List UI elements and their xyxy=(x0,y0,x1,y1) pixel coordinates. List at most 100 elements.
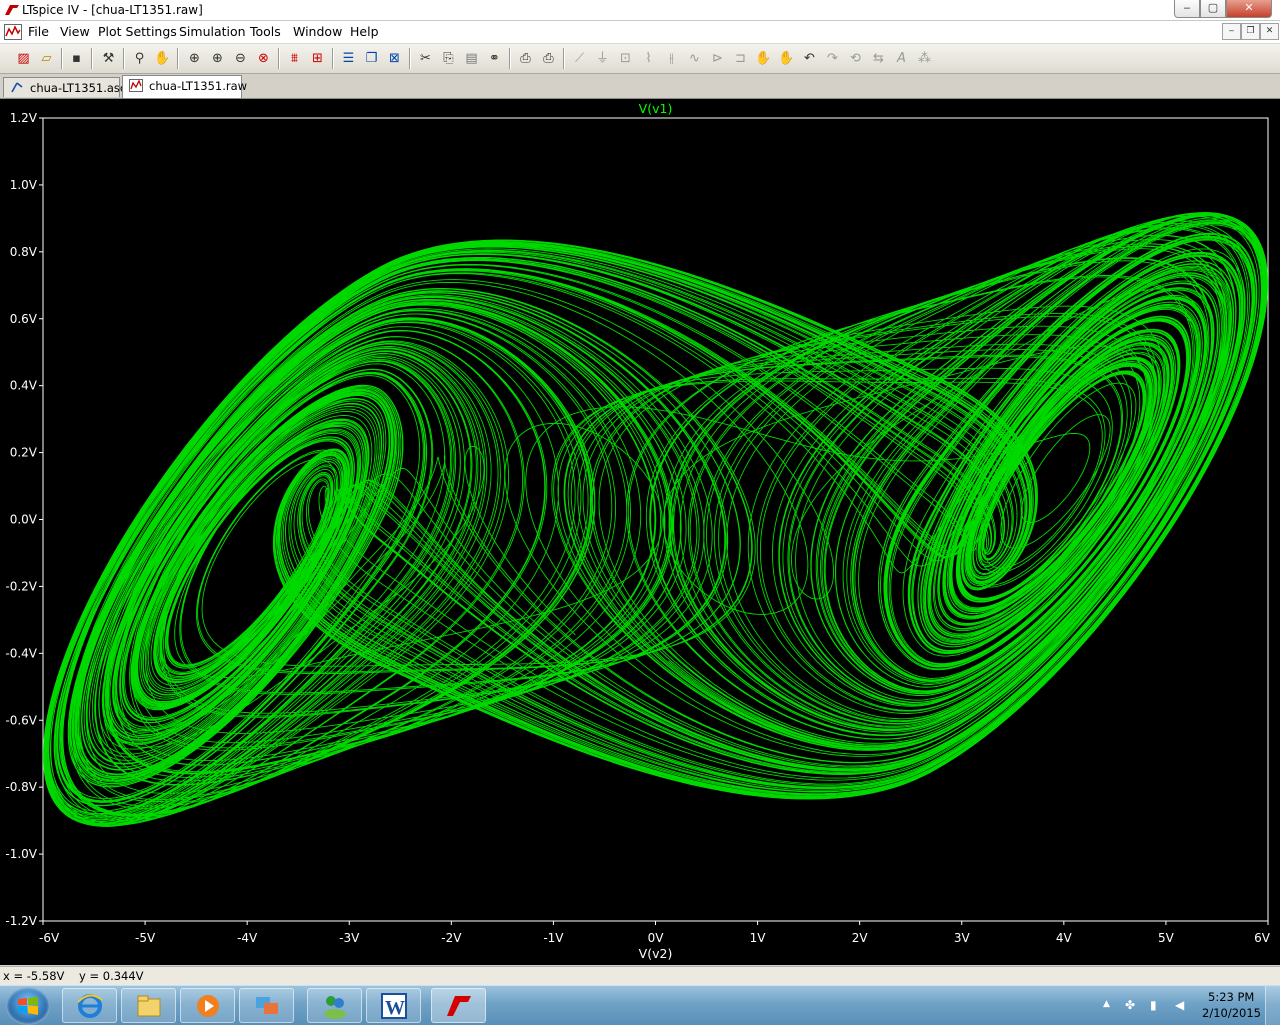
x-tick-label: 4V xyxy=(1056,931,1073,945)
volume-icon[interactable]: ◀ xyxy=(1175,998,1184,1012)
fit-icon[interactable]: ⊞ xyxy=(309,50,326,67)
trace-title[interactable]: V(v1) xyxy=(639,101,673,116)
close-button[interactable]: ✕ xyxy=(1226,0,1272,18)
x-tick-label: -2V xyxy=(441,931,462,945)
y-tick-label: -0.2V xyxy=(5,579,37,593)
tab-schematic[interactable]: chua-LT1351.asc xyxy=(3,77,126,97)
menu-file[interactable]: File xyxy=(28,24,49,39)
move-icon[interactable]: ✋ xyxy=(755,50,772,67)
zoom-out-icon[interactable]: ⊖ xyxy=(232,50,249,67)
menu-view[interactable]: View xyxy=(60,24,90,39)
cascade-icon[interactable]: ❐ xyxy=(363,50,380,67)
menu-simulation[interactable]: Simulation xyxy=(179,24,246,39)
y-tick-label: 1.2V xyxy=(10,111,38,125)
print-icon[interactable]: ⎙ xyxy=(540,50,557,67)
file-explorer-icon[interactable] xyxy=(121,988,176,1023)
mdi-minimize-button[interactable]: ‒ xyxy=(1222,23,1241,40)
document-waveform-icon[interactable] xyxy=(4,24,22,40)
autorange-icon[interactable]: ⩩ xyxy=(286,50,303,67)
open-icon[interactable]: ▱ xyxy=(38,50,55,67)
drag-icon[interactable]: ✋ xyxy=(778,50,795,67)
y-tick-label: -0.8V xyxy=(5,780,37,794)
find-icon[interactable]: ⚭ xyxy=(486,50,503,67)
minimize-button[interactable]: ‒ xyxy=(1174,0,1200,18)
device-icon[interactable]: ✤ xyxy=(1125,998,1135,1012)
label-icon[interactable]: ⊡ xyxy=(617,50,634,67)
zoom-in-icon[interactable]: ⊕ xyxy=(209,50,226,67)
schematic-icon xyxy=(11,82,23,93)
tab-waveform[interactable]: chua-LT1351.raw xyxy=(122,75,247,98)
ground-icon[interactable]: ⏚ xyxy=(594,50,611,67)
media-player-icon[interactable] xyxy=(180,988,235,1023)
resistor-icon[interactable]: ⌇ xyxy=(640,50,657,67)
x-tick-label: 3V xyxy=(954,931,971,945)
mdi-restore-button[interactable]: ❐ xyxy=(1241,23,1260,40)
network-icon[interactable]: ▮ xyxy=(1150,998,1157,1012)
save-icon[interactable]: ▪ xyxy=(68,50,85,67)
run-icon[interactable]: ⚲ xyxy=(131,50,148,67)
y-tick-label: -1.2V xyxy=(5,914,37,928)
mirror-icon[interactable]: ⇆ xyxy=(870,50,887,67)
tab-label: chua-LT1351.asc xyxy=(30,81,127,95)
zoom-area-icon[interactable]: ⊕ xyxy=(186,50,203,67)
mdi-close-button[interactable]: ✕ xyxy=(1260,23,1279,40)
x-tick-label: 0V xyxy=(648,931,665,945)
menu-tools[interactable]: Tools xyxy=(250,24,281,39)
y-tick-label: 0.6V xyxy=(10,312,38,326)
copy-icon[interactable]: ⎘ xyxy=(440,50,457,67)
trace-v1-vs-v2 xyxy=(42,212,1269,827)
diode-icon[interactable]: ⊳ xyxy=(709,50,726,67)
x-tick-label: -1V xyxy=(543,931,564,945)
internet-explorer-icon[interactable] xyxy=(62,988,117,1023)
paste-icon[interactable]: ▤ xyxy=(463,50,480,67)
redo-icon[interactable]: ↷ xyxy=(824,50,841,67)
capacitor-icon[interactable]: ⫲ xyxy=(663,50,680,67)
title-bar: LTspice IV - [chua-LT1351.raw] ‒ ▢ ✕ xyxy=(0,0,1280,21)
menu-window[interactable]: Window xyxy=(293,24,342,39)
show-desktop-button[interactable] xyxy=(1265,986,1280,1025)
clock-time[interactable]: 5:23 PM xyxy=(1208,990,1254,1004)
document-tabs: chua-LT1351.asc chua-LT1351.raw xyxy=(0,74,1280,99)
x-tick-label: 6V xyxy=(1254,931,1271,945)
x-axis-label[interactable]: V(v2) xyxy=(639,946,673,961)
messenger-icon[interactable] xyxy=(307,988,362,1023)
print-preview-icon[interactable]: ⎙ xyxy=(517,50,534,67)
window-title: LTspice IV - [chua-LT1351.raw] xyxy=(22,3,203,17)
zoom-cancel-icon[interactable]: ⊗ xyxy=(255,50,272,67)
tile-horizontal-icon[interactable]: ☰ xyxy=(340,50,357,67)
x-tick-label: -4V xyxy=(237,931,258,945)
undo-icon[interactable]: ↶ xyxy=(801,50,818,67)
y-tick-label: 0.2V xyxy=(10,446,38,460)
word-icon[interactable]: W xyxy=(366,988,421,1023)
x-tick-label: 5V xyxy=(1158,931,1175,945)
ltspice-icon[interactable] xyxy=(431,988,486,1023)
y-tick-label: 0.0V xyxy=(10,513,38,527)
inductor-icon[interactable]: ∿ xyxy=(686,50,703,67)
close-window-icon[interactable]: ⊠ xyxy=(386,50,403,67)
waveform-plot[interactable]: 1.2V 1.0V 0.8V 0.6V 0.4V 0.2V 0.0V -0.2V -0.4V -0… xyxy=(0,99,1280,965)
start-button[interactable] xyxy=(6,987,50,1025)
y-tick-label: -0.6V xyxy=(5,713,37,727)
cursor-readout: x = -5.58V y = 0.344V xyxy=(3,969,144,983)
x-tick-label: -5V xyxy=(135,931,156,945)
y-tick-label: -0.4V xyxy=(5,646,37,660)
spice-directive-icon[interactable]: ⁂ xyxy=(916,50,933,67)
waveform-plot-pane[interactable]: 1.2V 1.0V 0.8V 0.6V 0.4V 0.2V 0.0V -0.2V -0.4V -0… xyxy=(0,99,1280,965)
menu-help[interactable]: Help xyxy=(350,24,379,39)
ltspice-app-icon xyxy=(5,5,19,15)
halt-icon[interactable]: ✋ xyxy=(154,50,171,67)
cut-icon[interactable]: ✂ xyxy=(417,50,434,67)
menu-plot-settings[interactable]: Plot Settings xyxy=(98,24,177,39)
clock-date[interactable]: 2/10/2015 xyxy=(1202,1006,1261,1020)
component-icon[interactable]: ⊐ xyxy=(732,50,749,67)
show-hidden-icons-icon[interactable]: ▲ xyxy=(1103,999,1110,1009)
rotate-icon[interactable]: ⟲ xyxy=(847,50,864,67)
control-panel-icon[interactable]: ⚒ xyxy=(100,50,117,67)
waveform-icon xyxy=(129,79,143,92)
new-schematic-icon[interactable]: ▨ xyxy=(15,50,32,67)
maximize-button[interactable]: ▢ xyxy=(1200,0,1226,18)
text-icon[interactable]: A xyxy=(893,50,910,67)
x-tick-label: -6V xyxy=(39,931,60,945)
windows-icon[interactable] xyxy=(239,988,294,1023)
wire-icon[interactable]: ⟋ xyxy=(571,50,588,67)
